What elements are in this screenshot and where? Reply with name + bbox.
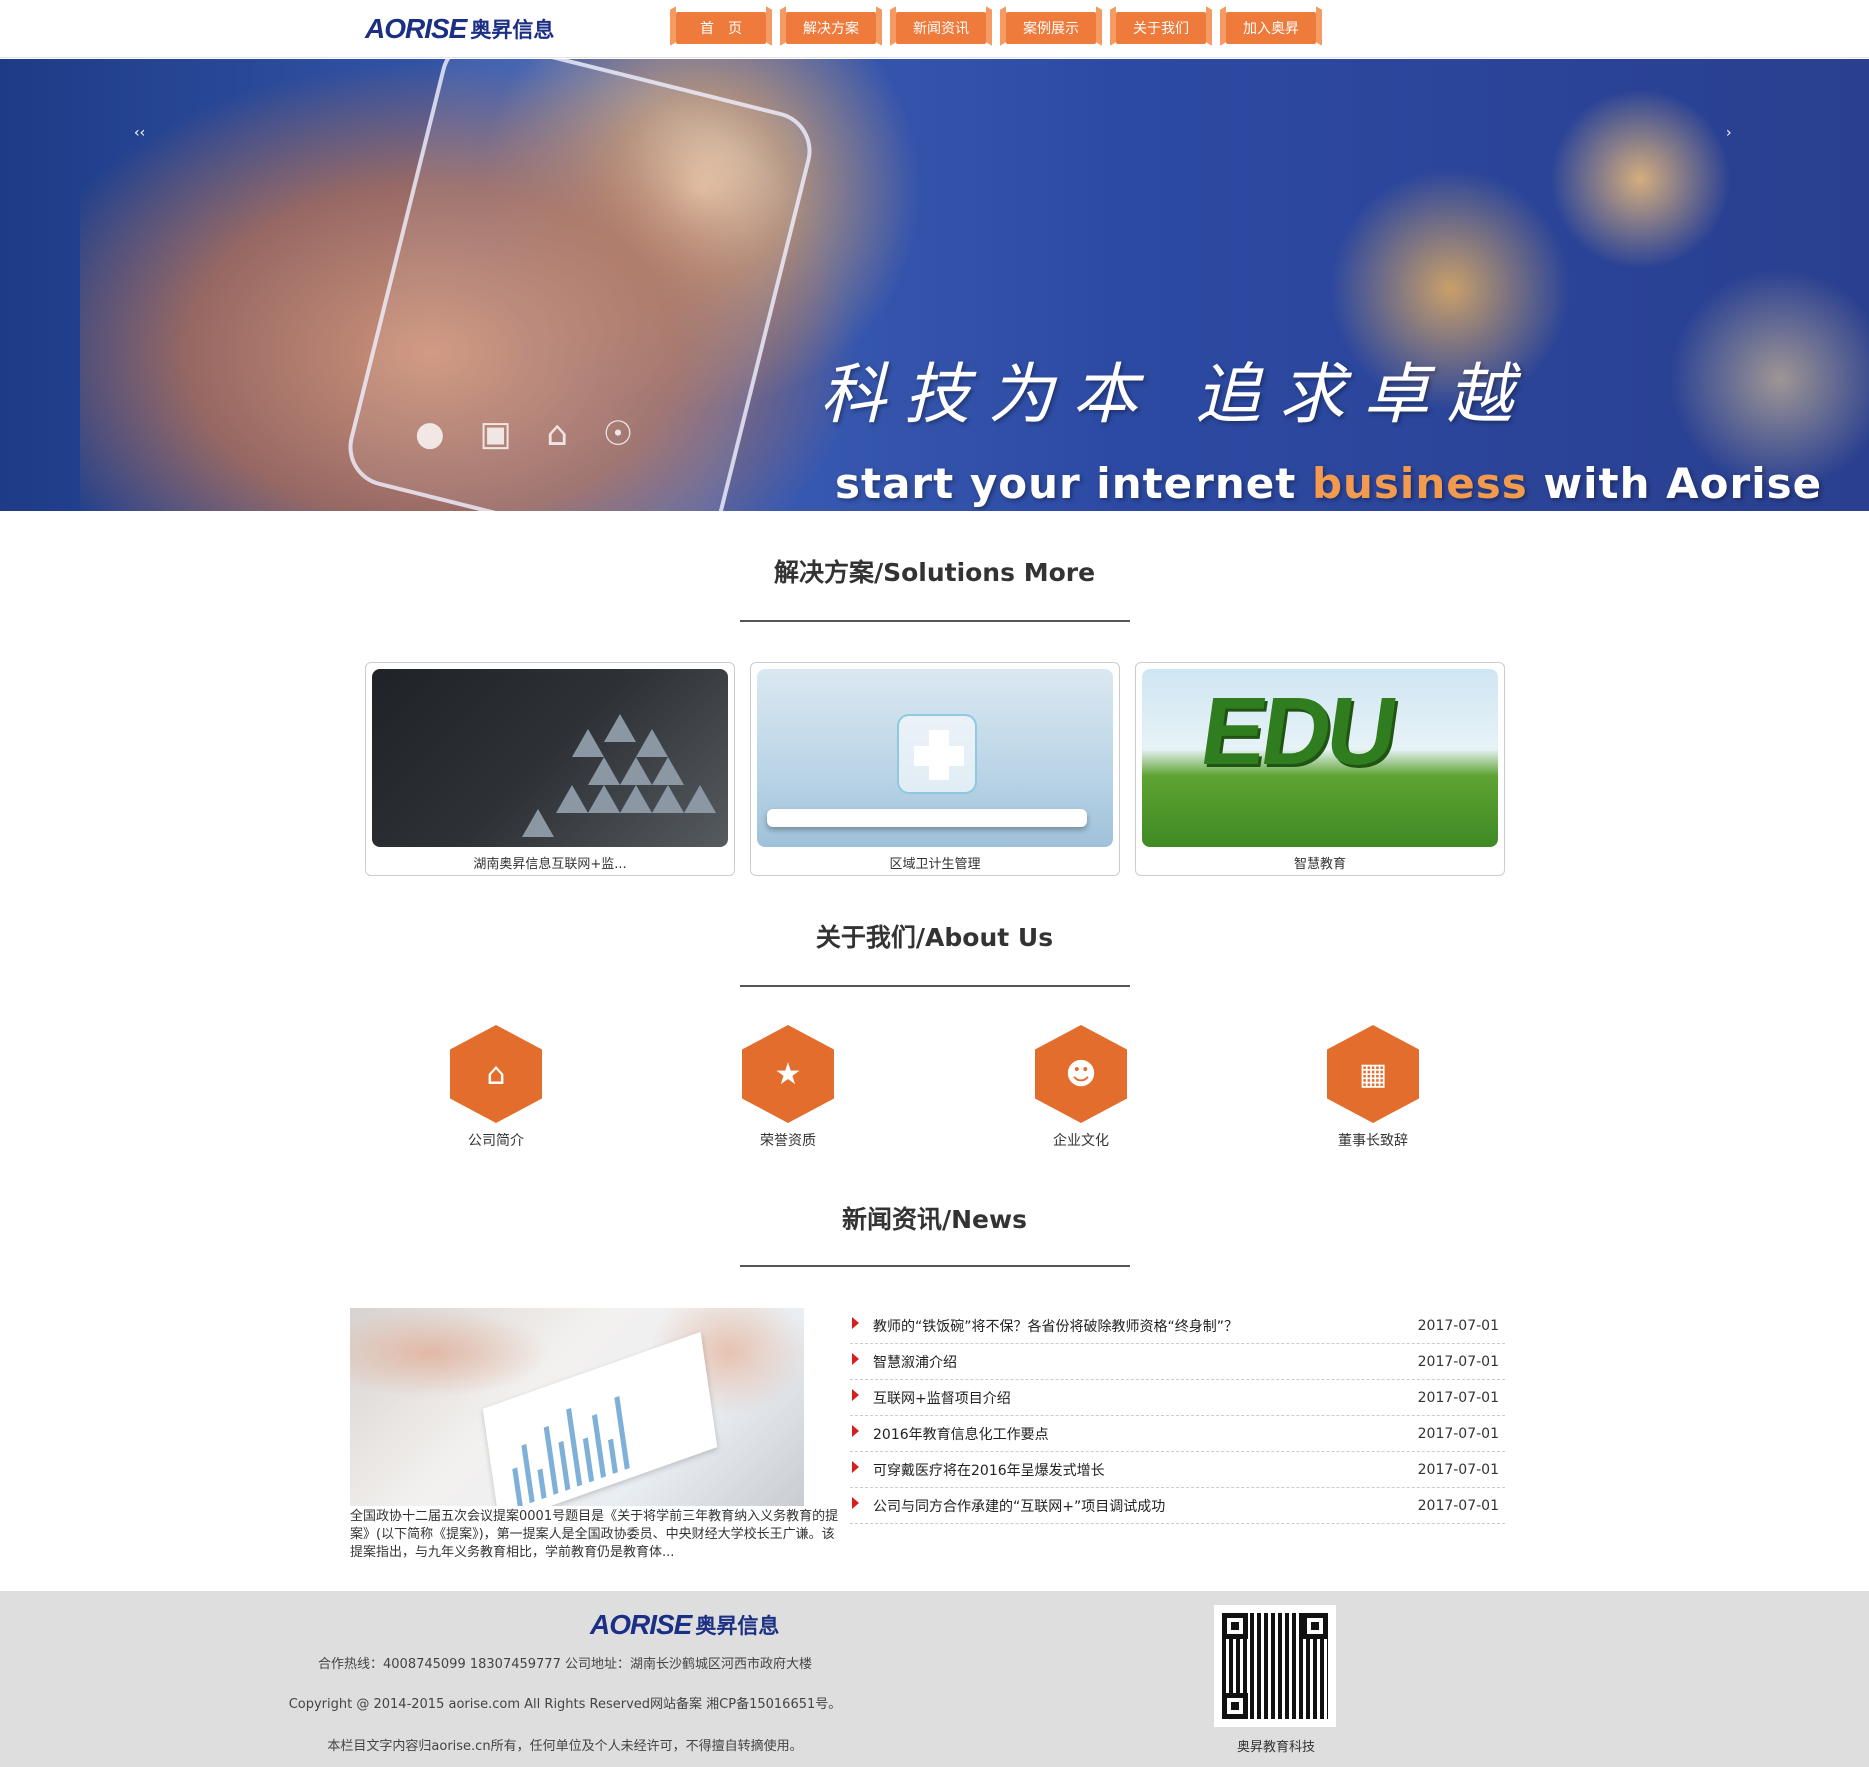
footer-notice: 本栏目文字内容归aorise.cn所有，任何单位及个人未经许可，不得擅自转摘使用… bbox=[327, 1739, 803, 1754]
nav-news-label[interactable]: 新闻资讯 bbox=[896, 12, 986, 44]
banner-slogan-cn: 科技为本 追求卓越 bbox=[820, 356, 1531, 433]
footer-copyright: Copyright @ 2014-2015 aorise.com All Rig… bbox=[288, 1697, 842, 1712]
logo-mark: AORISE bbox=[365, 13, 467, 44]
site-logo[interactable]: AORISE 奥昇信息 bbox=[365, 12, 554, 46]
about-company-intro[interactable]: ⌂ 公司简介 bbox=[396, 1025, 596, 1149]
news-featured-desc[interactable]: 全国政协十二届五次会议提案0001号题目是《关于将学前三年教育纳入义务教育的提案… bbox=[350, 1508, 840, 1562]
nav-home-label[interactable]: 首 页 bbox=[676, 12, 766, 44]
about-title: 关于我们/About Us bbox=[815, 923, 1054, 952]
news-item-title[interactable]: 智慧溆浦介绍 bbox=[873, 1352, 1418, 1372]
qr-code-image bbox=[1214, 1605, 1336, 1727]
nav-cases-label[interactable]: 案例展示 bbox=[1006, 12, 1096, 44]
news-item-date: 2017-07-01 bbox=[1417, 1425, 1499, 1442]
main-nav: 首 页 解决方案 新闻资讯 案例展示 关于我们 加入奥昇 bbox=[666, 12, 1326, 46]
nav-news[interactable]: 新闻资讯 bbox=[886, 12, 996, 46]
news-title: 新闻资讯/News bbox=[842, 1205, 1027, 1234]
solution-image-2[interactable] bbox=[757, 669, 1113, 847]
trophy-icon[interactable]: ★ bbox=[742, 1025, 834, 1123]
qr-label: 奥昇教育科技 bbox=[1236, 1740, 1315, 1755]
nav-cases[interactable]: 案例展示 bbox=[996, 12, 1106, 46]
banner-next-arrow-icon[interactable]: › bbox=[1726, 125, 1732, 141]
about-divider bbox=[740, 985, 1130, 987]
slogan-en-part1: start your internet bbox=[835, 459, 1312, 508]
about-label-4[interactable]: 董事长致辞 bbox=[1273, 1130, 1473, 1150]
banner-slogan-en: start your internet business with Aorise bbox=[835, 459, 1822, 508]
triangle-marker-icon bbox=[852, 1388, 859, 1401]
news-item-date: 2017-07-01 bbox=[1417, 1317, 1499, 1334]
nav-home[interactable]: 首 页 bbox=[666, 12, 776, 46]
about-culture[interactable]: ☻ 企业文化 bbox=[981, 1025, 1181, 1149]
triangle-marker-icon bbox=[852, 1316, 859, 1329]
news-item-date: 2017-07-01 bbox=[1417, 1461, 1499, 1478]
nav-join-label[interactable]: 加入奥昇 bbox=[1226, 12, 1316, 44]
nav-solutions-label[interactable]: 解决方案 bbox=[786, 12, 876, 44]
solution-label-2[interactable]: 区域卫计生管理 bbox=[751, 853, 1119, 872]
group-icon[interactable]: ☻ bbox=[1035, 1025, 1127, 1123]
news-item[interactable]: 智慧溆浦介绍 2017-07-01 bbox=[850, 1344, 1505, 1380]
grid-icon[interactable]: ▦ bbox=[1327, 1025, 1419, 1123]
nav-about[interactable]: 关于我们 bbox=[1106, 12, 1216, 46]
news-item-title[interactable]: 公司与同方合作承建的“互联网+”项目调试成功 bbox=[873, 1496, 1418, 1516]
news-item-title[interactable]: 2016年教育信息化工作要点 bbox=[873, 1424, 1418, 1444]
footer-logo-mark: AORISE bbox=[590, 1609, 692, 1640]
hero-banner[interactable]: ● ▣ ⌂ ☉ 科技为本 追求卓越 start your internet bu… bbox=[0, 59, 1869, 511]
news-item-date: 2017-07-01 bbox=[1417, 1497, 1499, 1514]
about-honors[interactable]: ★ 荣誉资质 bbox=[688, 1025, 888, 1149]
triangle-marker-icon bbox=[852, 1496, 859, 1509]
edu-image-text: EDU bbox=[1194, 678, 1401, 785]
news-featured-image[interactable] bbox=[350, 1308, 804, 1506]
footer-contact: 合作热线：4008745099 18307459777 公司地址：湖南长沙鹤城区… bbox=[318, 1657, 812, 1672]
site-header: AORISE 奥昇信息 首 页 解决方案 新闻资讯 案例展示 关于我们 加入奥昇 bbox=[0, 0, 1869, 58]
nav-solutions[interactable]: 解决方案 bbox=[776, 12, 886, 46]
news-item[interactable]: 公司与同方合作承建的“互联网+”项目调试成功 2017-07-01 bbox=[850, 1488, 1505, 1524]
solution-card-1[interactable]: 湖南奥昇信息互联网+监... bbox=[365, 662, 735, 876]
banner-prev-arrow-icon[interactable]: ‹‹ bbox=[134, 125, 145, 141]
news-item[interactable]: 互联网+监督项目介绍 2017-07-01 bbox=[850, 1380, 1505, 1416]
solution-image-1[interactable] bbox=[372, 669, 728, 847]
footer-logo-text: 奥昇信息 bbox=[695, 1614, 780, 1638]
slogan-en-part2: with Aorise bbox=[1527, 459, 1823, 508]
home-icon[interactable]: ⌂ bbox=[450, 1025, 542, 1123]
footer-logo: AORISE 奥昇信息 bbox=[590, 1609, 779, 1641]
solution-card-3[interactable]: EDU 智慧教育 bbox=[1135, 662, 1505, 876]
news-item-title[interactable]: 教师的“铁饭碗”将不保？各省份将破除教师资格“终身制”？ bbox=[873, 1316, 1418, 1336]
news-item-date: 2017-07-01 bbox=[1417, 1353, 1499, 1370]
triangle-marker-icon bbox=[852, 1424, 859, 1437]
news-item-date: 2017-07-01 bbox=[1417, 1389, 1499, 1406]
solutions-title: 解决方案/Solutions More bbox=[773, 558, 1096, 587]
news-item[interactable]: 可穿戴医疗将在2016年呈爆发式增长 2017-07-01 bbox=[850, 1452, 1505, 1488]
news-item-title[interactable]: 互联网+监督项目介绍 bbox=[873, 1388, 1418, 1408]
solution-label-1[interactable]: 湖南奥昇信息互联网+监... bbox=[366, 853, 734, 872]
news-list: 教师的“铁饭碗”将不保？各省份将破除教师资格“终身制”？ 2017-07-01 智… bbox=[850, 1308, 1505, 1524]
site-footer: AORISE 奥昇信息 合作热线：4008745099 18307459777 … bbox=[0, 1591, 1869, 1767]
nav-join[interactable]: 加入奥昇 bbox=[1216, 12, 1326, 46]
nav-about-label[interactable]: 关于我们 bbox=[1116, 12, 1206, 44]
medical-cross-icon bbox=[897, 714, 977, 794]
news-item[interactable]: 教师的“铁饭碗”将不保？各省份将破除教师资格“终身制”？ 2017-07-01 bbox=[850, 1308, 1505, 1344]
about-label-3[interactable]: 企业文化 bbox=[981, 1130, 1181, 1150]
about-label-2[interactable]: 荣誉资质 bbox=[688, 1130, 888, 1150]
solution-image-3[interactable]: EDU bbox=[1142, 669, 1498, 847]
triangle-marker-icon bbox=[852, 1352, 859, 1365]
triangle-marker-icon bbox=[852, 1460, 859, 1473]
solutions-divider bbox=[740, 620, 1130, 622]
solution-label-3[interactable]: 智慧教育 bbox=[1136, 853, 1504, 872]
about-chairman[interactable]: ▦ 董事长致辞 bbox=[1273, 1025, 1473, 1149]
news-item-title[interactable]: 可穿戴医疗将在2016年呈爆发式增长 bbox=[873, 1460, 1418, 1480]
news-item[interactable]: 2016年教育信息化工作要点 2017-07-01 bbox=[850, 1416, 1505, 1452]
logo-text: 奥昇信息 bbox=[470, 18, 555, 42]
slogan-en-highlight: business bbox=[1311, 459, 1528, 508]
about-label-1[interactable]: 公司简介 bbox=[396, 1130, 596, 1150]
news-divider bbox=[740, 1265, 1130, 1267]
solution-card-2[interactable]: 区域卫计生管理 bbox=[750, 662, 1120, 876]
banner-app-icons: ● ▣ ⌂ ☉ bbox=[415, 414, 646, 454]
